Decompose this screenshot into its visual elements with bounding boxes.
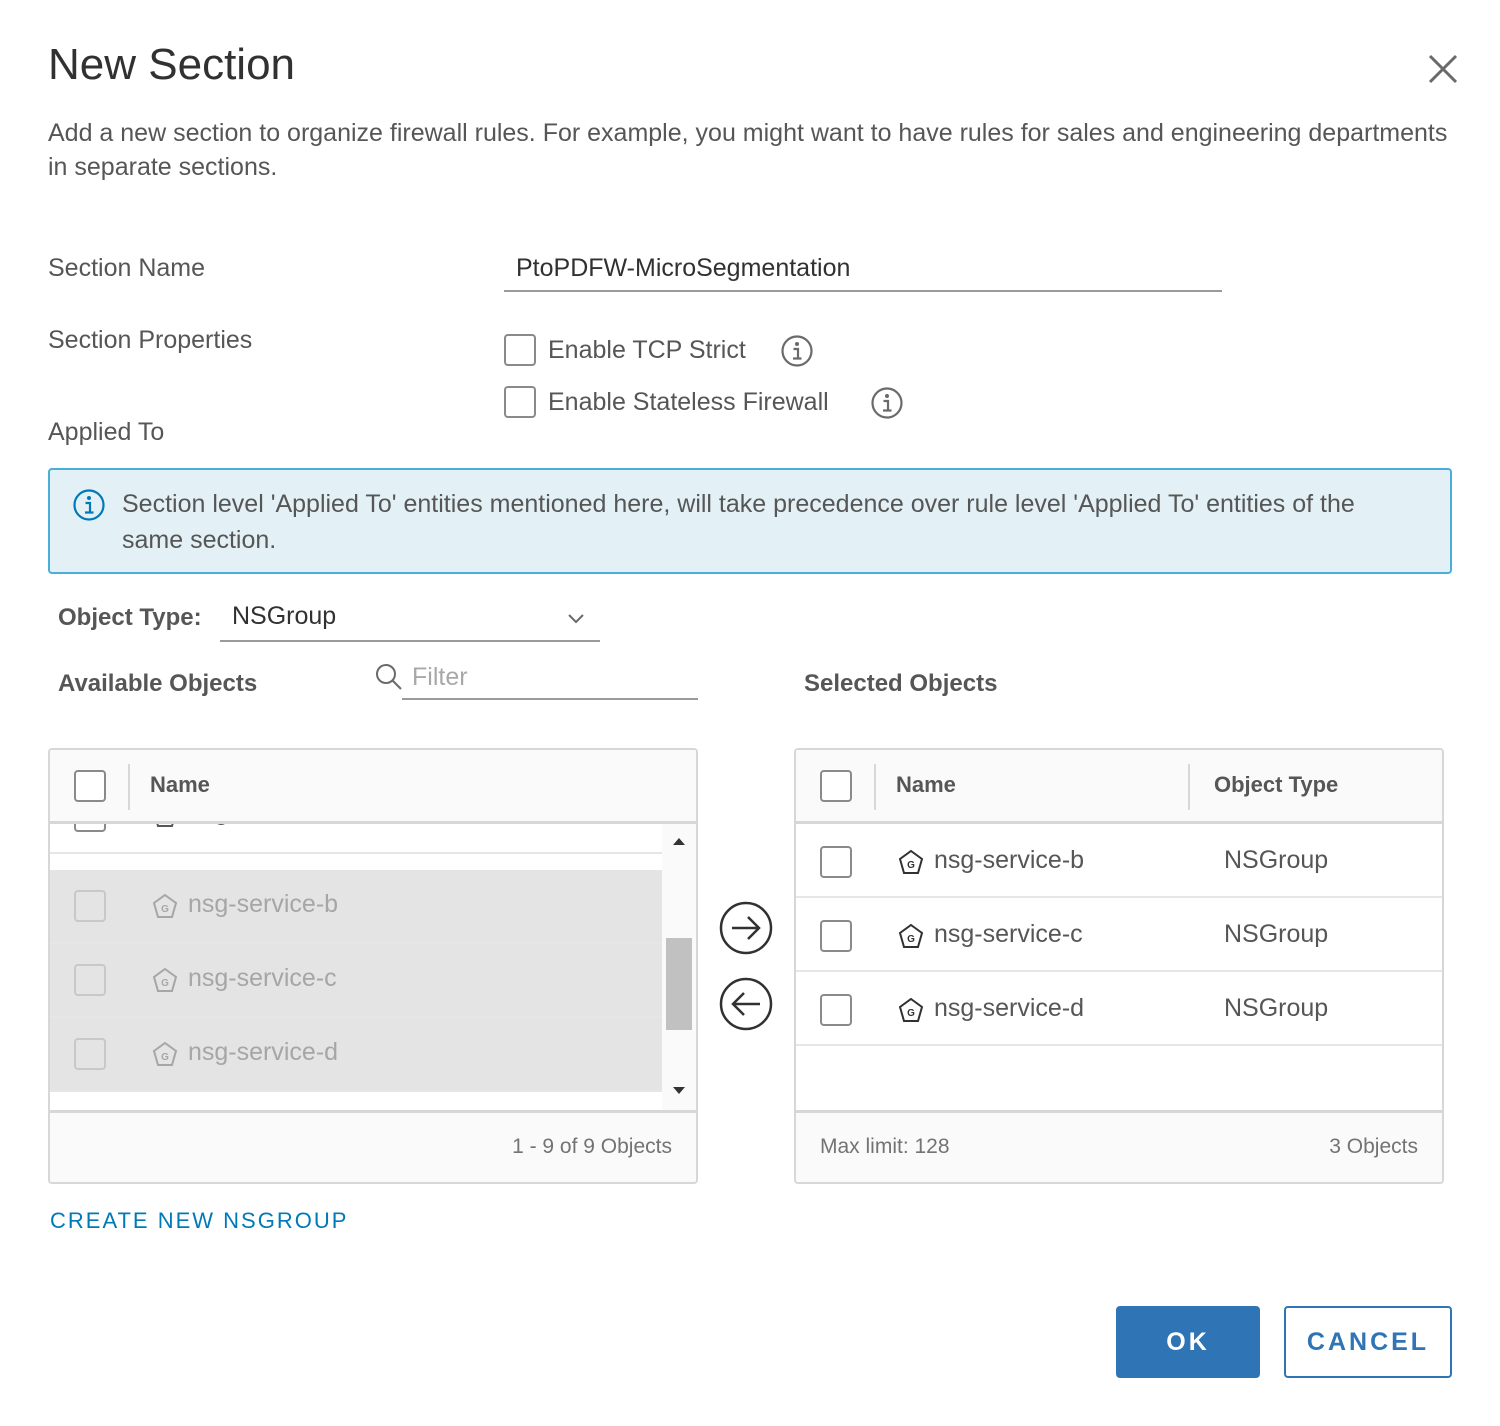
select-all-checkbox[interactable] [74, 770, 106, 802]
grid-header-overlay: Name [50, 750, 696, 824]
svg-text:G: G [907, 1008, 915, 1019]
enable-stateless-firewall-checkbox[interactable] [504, 386, 536, 418]
section-properties-label: Section Properties [48, 326, 253, 354]
column-header-name: Name [150, 772, 210, 797]
nsgroup-icon: G [898, 923, 924, 948]
scrollbar-thumb[interactable] [666, 938, 692, 1030]
arrow-left-icon [719, 977, 773, 1031]
available-objects-grid: Name G nsg-service-a G nsg-service-b G n… [48, 748, 698, 1184]
table-row: G nsg-service-c [50, 944, 662, 1018]
selected-count-text: 3 Objects [1329, 1135, 1418, 1158]
table-row[interactable]: G nsg-service-d NSGroup [796, 972, 1442, 1046]
close-button[interactable] [1422, 48, 1464, 90]
row-checkbox[interactable] [820, 994, 852, 1026]
svg-text:G: G [907, 860, 915, 871]
available-objects-label: Available Objects [58, 670, 258, 697]
move-right-button[interactable] [718, 900, 774, 956]
row-name: nsg-service-c [188, 964, 337, 992]
info-icon [72, 488, 106, 522]
dialog-title: New Section [48, 40, 296, 89]
enable-tcp-strict-label: Enable TCP Strict [548, 336, 746, 364]
scroll-down-icon[interactable] [670, 1084, 688, 1098]
row-name: nsg-service-d [934, 994, 1085, 1022]
svg-text:G: G [161, 978, 169, 989]
table-row: G nsg-service-d [50, 1018, 662, 1092]
row-type: NSGroup [1224, 994, 1329, 1022]
arrow-right-icon [719, 901, 773, 955]
object-type-value: NSGroup [232, 602, 337, 630]
info-icon[interactable] [870, 386, 904, 420]
svg-text:G: G [161, 1052, 169, 1063]
selected-objects-grid: Name Object Type G nsg-service-b NSGroup… [794, 748, 1444, 1184]
nsgroup-icon: G [152, 893, 178, 918]
object-type-label: Object Type: [58, 604, 202, 631]
grid-footer: 1 - 9 of 9 Objects [50, 1110, 696, 1182]
enable-stateless-firewall-label: Enable Stateless Firewall [548, 388, 829, 416]
chevron-down-icon [568, 614, 584, 624]
row-checkbox[interactable] [820, 846, 852, 878]
move-left-button[interactable] [718, 976, 774, 1032]
section-name-label: Section Name [48, 254, 206, 282]
grid-header: Name Object Type [796, 750, 1442, 824]
nsgroup-icon: G [152, 967, 178, 992]
create-new-nsgroup-link[interactable]: CREATE NEW NSGROUP [50, 1208, 348, 1234]
row-type: NSGroup [1224, 846, 1329, 874]
enable-tcp-strict-checkbox[interactable] [504, 334, 536, 366]
grid-footer: Max limit: 128 3 Objects [796, 1110, 1442, 1182]
nsgroup-icon: G [152, 1041, 178, 1066]
table-row: G nsg-service-b [50, 870, 662, 944]
row-name: nsg-service-b [934, 846, 1085, 874]
applied-to-label: Applied To [48, 418, 165, 446]
row-checkbox [74, 964, 106, 996]
nsgroup-icon: G [898, 849, 924, 874]
search-icon [376, 664, 402, 690]
object-type-select[interactable]: NSGroup [220, 596, 600, 642]
row-name: nsg-service-b [188, 890, 339, 918]
cancel-button[interactable]: CANCEL [1284, 1306, 1452, 1378]
row-checkbox [74, 1038, 106, 1070]
row-name: nsg-service-c [934, 920, 1083, 948]
table-row[interactable]: G nsg-service-c NSGroup [796, 898, 1442, 972]
row-checkbox[interactable] [820, 920, 852, 952]
table-row[interactable]: G nsg-service-b NSGroup [796, 824, 1442, 898]
nsgroup-icon: G [898, 997, 924, 1022]
column-header-object-type: Object Type [1214, 772, 1339, 797]
section-name-input[interactable] [504, 246, 1222, 292]
row-name: nsg-service-d [188, 1038, 339, 1066]
scroll-up-icon[interactable] [670, 834, 688, 848]
svg-text:G: G [907, 934, 915, 945]
filter-input[interactable] [402, 656, 698, 698]
row-type: NSGroup [1224, 920, 1329, 948]
ok-button[interactable]: OK [1116, 1306, 1260, 1378]
close-icon [1428, 54, 1458, 84]
svg-text:G: G [161, 904, 169, 915]
select-all-checkbox[interactable] [820, 770, 852, 802]
row-checkbox [74, 890, 106, 922]
alert-text: Section level 'Applied To' entities ment… [122, 490, 1355, 554]
info-icon[interactable] [780, 334, 814, 368]
pagination-text: 1 - 9 of 9 Objects [512, 1135, 672, 1158]
column-header-name: Name [896, 772, 956, 797]
selected-objects-label: Selected Objects [804, 670, 998, 697]
dialog-description: Add a new section to organize firewall r… [48, 119, 1448, 181]
filter-field[interactable] [402, 656, 698, 700]
max-limit-text: Max limit: 128 [820, 1135, 950, 1158]
